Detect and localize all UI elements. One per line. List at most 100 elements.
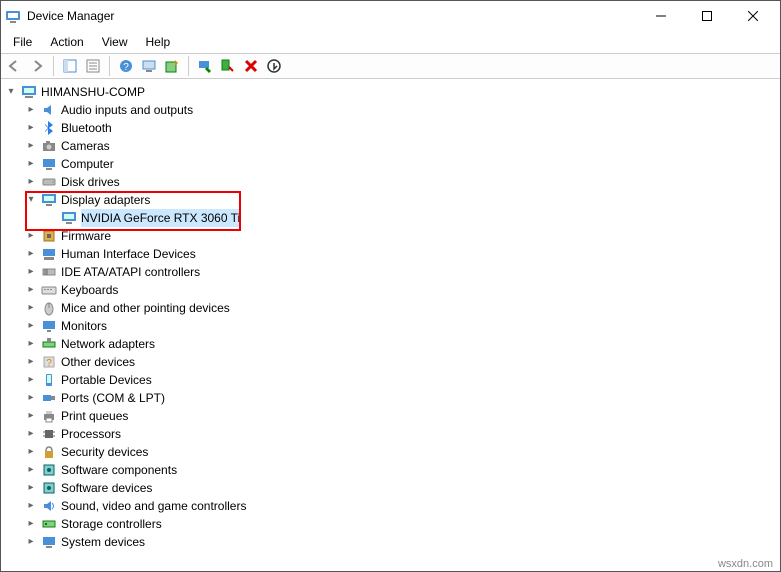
tree-item-printq[interactable]: ▸Print queues: [23, 407, 778, 425]
tree-item-label: Firmware: [61, 227, 111, 245]
chevron-right-icon[interactable]: ▸: [25, 446, 37, 458]
chevron-right-icon[interactable]: ▸: [25, 374, 37, 386]
tree-item-softcomp[interactable]: ▸Software components: [23, 461, 778, 479]
tree-item-other[interactable]: ▸? Other devices: [23, 353, 778, 371]
tree-item-label: Software devices: [61, 479, 152, 497]
tree-item-computer[interactable]: ▸Computer: [23, 155, 778, 173]
tree-item-processors[interactable]: ▸ Processors: [23, 425, 778, 443]
system-icon: [41, 534, 57, 550]
chevron-right-icon[interactable]: ▸: [25, 518, 37, 530]
tree-item-firmware[interactable]: ▸ Firmware: [23, 227, 778, 245]
chevron-right-icon[interactable]: ▸: [25, 338, 37, 350]
hid-icon: [41, 246, 57, 262]
chevron-right-icon[interactable]: ▸: [25, 140, 37, 152]
chevron-right-icon[interactable]: ▸: [25, 500, 37, 512]
tree-item-label: System devices: [61, 533, 145, 551]
tree-item-label: Other devices: [61, 353, 135, 371]
menu-help[interactable]: Help: [138, 33, 179, 51]
add-legacy-button[interactable]: [263, 55, 285, 77]
menu-view[interactable]: View: [94, 33, 136, 51]
enable-device-button[interactable]: [194, 55, 216, 77]
tree-root[interactable]: ▾ HIMANSHU-COMP: [3, 83, 778, 101]
chevron-right-icon[interactable]: ▸: [25, 428, 37, 440]
tree-item-audio[interactable]: ▸Audio inputs and outputs: [23, 101, 778, 119]
software-icon: [41, 462, 57, 478]
tree-item-disk[interactable]: ▸Disk drives: [23, 173, 778, 191]
tree-item-bluetooth[interactable]: ▸ Bluetooth: [23, 119, 778, 137]
tree-root-label: HIMANSHU-COMP: [41, 83, 145, 101]
tree-item-ide[interactable]: ▸IDE ATA/ATAPI controllers: [23, 263, 778, 281]
tree-item-sound[interactable]: ▸Sound, video and game controllers: [23, 497, 778, 515]
disable-device-button[interactable]: [217, 55, 239, 77]
chevron-right-icon[interactable]: ▸: [25, 464, 37, 476]
tree-item-label: Cameras: [61, 137, 110, 155]
chevron-right-icon[interactable]: ▸: [25, 284, 37, 296]
chevron-right-icon[interactable]: ▸: [25, 158, 37, 170]
controller-icon: [41, 516, 57, 532]
chevron-right-icon[interactable]: ▸: [25, 248, 37, 260]
chevron-down-icon[interactable]: ▾: [5, 86, 17, 98]
chevron-right-icon[interactable]: ▸: [25, 410, 37, 422]
unknown-icon: ?: [41, 354, 57, 370]
tree-item-storage[interactable]: ▸Storage controllers: [23, 515, 778, 533]
chevron-right-icon[interactable]: ▸: [25, 392, 37, 404]
update-driver-button[interactable]: [161, 55, 183, 77]
device-tree-panel[interactable]: ▾ HIMANSHU-COMP ▸Audio inputs and output…: [1, 78, 780, 571]
forward-button[interactable]: [26, 55, 48, 77]
tree-item-mice[interactable]: ▸Mice and other pointing devices: [23, 299, 778, 317]
tree-item-portable[interactable]: ▸Portable Devices: [23, 371, 778, 389]
chevron-right-icon[interactable]: ▸: [25, 122, 37, 134]
show-hide-tree-button[interactable]: [59, 55, 81, 77]
maximize-button[interactable]: [684, 1, 730, 31]
properties-button[interactable]: [82, 55, 104, 77]
mouse-icon: [41, 300, 57, 316]
chevron-right-icon[interactable]: ▸: [25, 230, 37, 242]
tree-item-label: Display adapters: [61, 191, 150, 209]
svg-text:?: ?: [46, 358, 52, 369]
tree-item-label: NVIDIA GeForce RTX 3060 Ti: [81, 209, 240, 227]
display-icon: [41, 192, 57, 208]
chevron-right-icon[interactable]: ▸: [25, 320, 37, 332]
tree-item-label: Bluetooth: [61, 119, 112, 137]
software-icon: [41, 480, 57, 496]
chevron-right-icon[interactable]: ▸: [25, 356, 37, 368]
window-title: Device Manager: [27, 9, 638, 23]
chevron-right-icon[interactable]: ▸: [25, 482, 37, 494]
toolbar-sep: [53, 56, 54, 76]
chevron-right-icon[interactable]: ▸: [25, 266, 37, 278]
menubar: File Action View Help: [1, 31, 780, 53]
app-icon: [5, 8, 21, 24]
display-icon: [61, 210, 77, 226]
chevron-down-icon[interactable]: ▾: [25, 194, 37, 206]
tree-item-monitors[interactable]: ▸Monitors: [23, 317, 778, 335]
chevron-right-icon[interactable]: ▸: [25, 302, 37, 314]
chevron-right-icon[interactable]: ▸: [25, 536, 37, 548]
scan-button[interactable]: [138, 55, 160, 77]
menu-file[interactable]: File: [5, 33, 40, 51]
toolbar: ?: [1, 53, 780, 79]
help-button[interactable]: ?: [115, 55, 137, 77]
blank-expander: [45, 212, 57, 224]
tree-item-label: Processors: [61, 425, 121, 443]
tree-item-hid[interactable]: ▸Human Interface Devices: [23, 245, 778, 263]
minimize-button[interactable]: [638, 1, 684, 31]
tree-item-cameras[interactable]: ▸ Cameras: [23, 137, 778, 155]
tree-item-display-child[interactable]: NVIDIA GeForce RTX 3060 Ti: [43, 209, 778, 227]
tree-item-network[interactable]: ▸Network adapters: [23, 335, 778, 353]
tree-item-label: Ports (COM & LPT): [61, 389, 165, 407]
tree-item-display[interactable]: ▾ Display adapters: [23, 191, 778, 209]
chevron-right-icon[interactable]: ▸: [25, 104, 37, 116]
close-button[interactable]: [730, 1, 776, 31]
lock-icon: [41, 444, 57, 460]
tree-item-system[interactable]: ▸ System devices: [23, 533, 778, 551]
titlebar: Device Manager: [1, 1, 780, 31]
uninstall-button[interactable]: [240, 55, 262, 77]
tree-item-security[interactable]: ▸Security devices: [23, 443, 778, 461]
chevron-right-icon[interactable]: ▸: [25, 176, 37, 188]
tree-item-ports[interactable]: ▸ Ports (COM & LPT): [23, 389, 778, 407]
back-button[interactable]: [3, 55, 25, 77]
menu-action[interactable]: Action: [42, 33, 91, 51]
tree-item-keyboards[interactable]: ▸Keyboards: [23, 281, 778, 299]
tree-item-softdev[interactable]: ▸ Software devices: [23, 479, 778, 497]
monitor-icon: [41, 318, 57, 334]
